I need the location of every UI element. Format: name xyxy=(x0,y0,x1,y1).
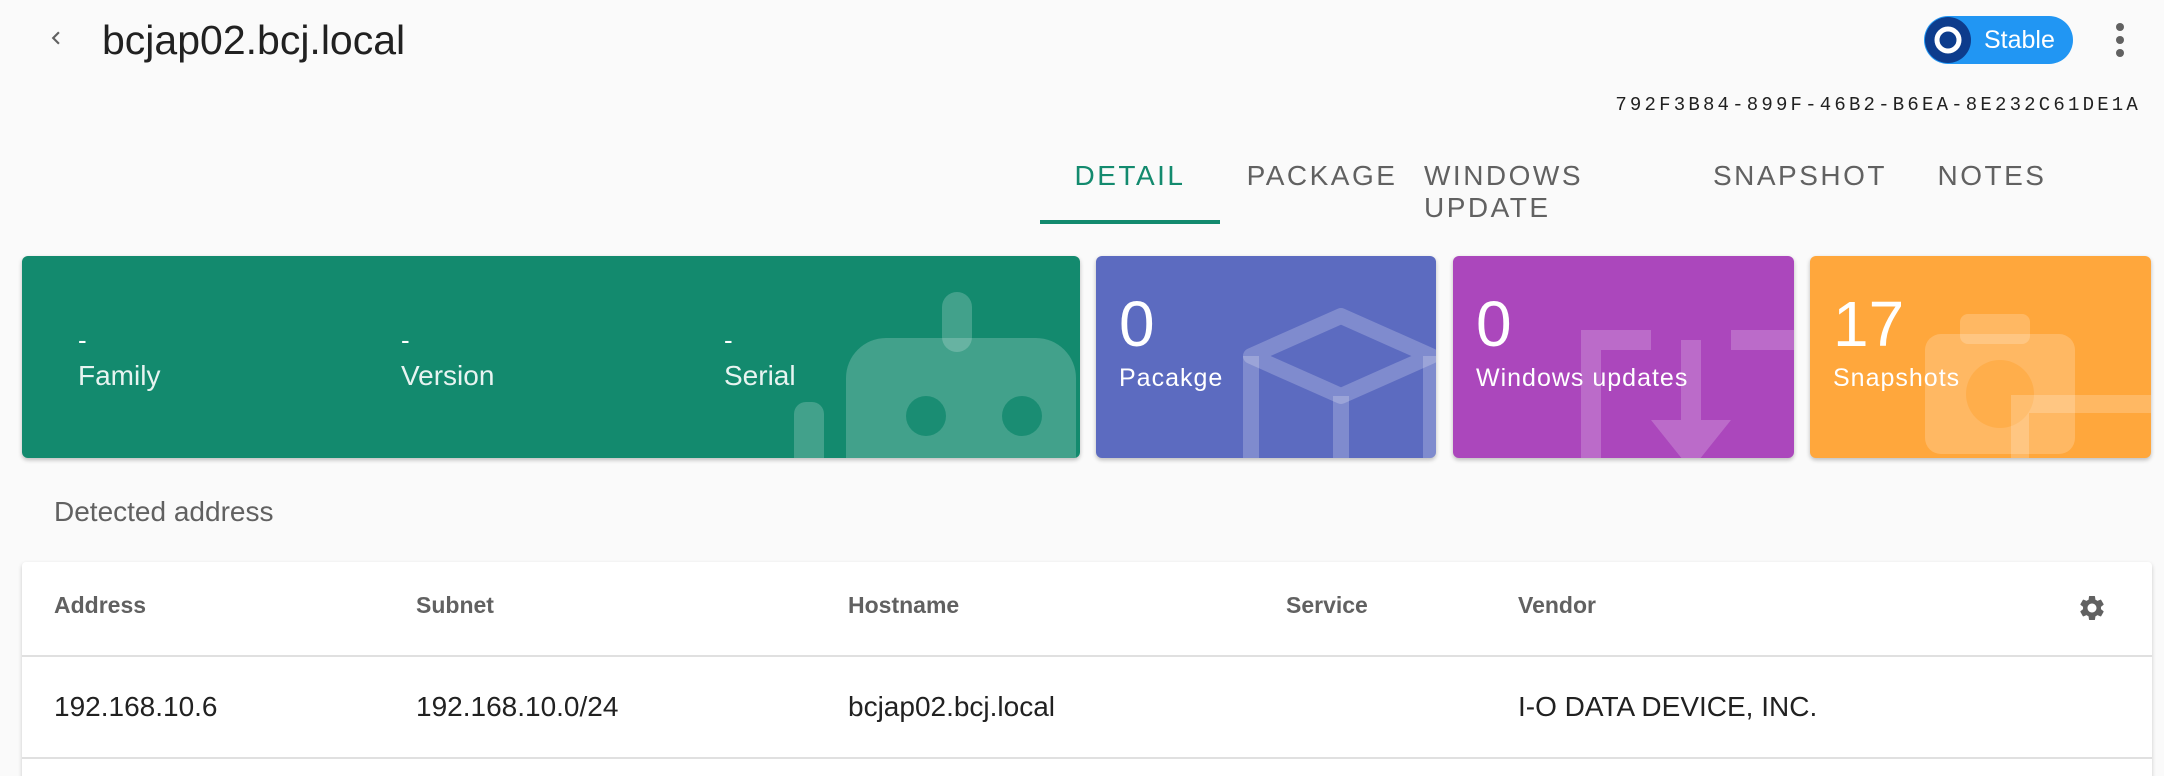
column-header-address[interactable]: Address xyxy=(54,592,146,619)
family-value: - xyxy=(78,325,87,355)
version-label: Version xyxy=(401,360,495,391)
page-title: bcjap02.bcj.local xyxy=(102,17,406,63)
tab-bar: DETAIL PACKAGE WINDOWS UPDATE SNAPSHOT N… xyxy=(1040,150,2084,224)
cell-vendor: I-O DATA DEVICE, INC. xyxy=(1518,691,1818,722)
device-uuid: 792F3B84-899F-46B2-B6EA-8E232C61DE1A xyxy=(1615,94,2141,116)
download-update-icon xyxy=(1581,330,1794,458)
tab-package[interactable]: PACKAGE xyxy=(1220,150,1424,224)
snapshots-card[interactable]: 17 Snapshots xyxy=(1810,256,2151,458)
android-robot-icon xyxy=(794,292,1076,458)
column-header-hostname[interactable]: Hostname xyxy=(848,592,959,619)
cell-hostname: bcjap02.bcj.local xyxy=(848,691,1056,722)
detected-address-title: Detected address xyxy=(54,496,274,527)
table-header: Address Subnet Hostname Service Vendor xyxy=(22,562,2152,657)
snapshots-count: 17 xyxy=(1833,288,1905,360)
tab-windows-update[interactable]: WINDOWS UPDATE xyxy=(1424,150,1700,224)
family-stat: - Family xyxy=(78,324,160,396)
package-label: Pacakge xyxy=(1119,364,1224,392)
snapshots-label: Snapshots xyxy=(1833,364,1961,392)
column-header-service[interactable]: Service xyxy=(1286,592,1368,619)
serial-label: Serial xyxy=(724,360,796,391)
serial-value: - xyxy=(724,325,733,355)
version-value: - xyxy=(401,325,410,355)
gear-icon xyxy=(2080,596,2104,620)
package-count: 0 xyxy=(1119,288,1155,360)
cell-address: 192.168.10.6 xyxy=(54,691,218,722)
tab-detail[interactable]: DETAIL xyxy=(1040,150,1220,224)
windows-updates-label: Windows updates xyxy=(1476,364,1689,392)
tab-notes[interactable]: NOTES xyxy=(1900,150,2084,224)
table-row[interactable]: 192.168.10.6 192.168.10.0/24 bcjap02.bcj… xyxy=(22,657,2152,759)
system-info-card: - Family - Version - Serial xyxy=(22,256,1080,458)
table-settings-button[interactable] xyxy=(2074,590,2110,626)
tab-snapshot[interactable]: SNAPSHOT xyxy=(1700,150,1900,224)
column-header-subnet[interactable]: Subnet xyxy=(416,592,494,619)
status-chip[interactable]: Stable xyxy=(1924,16,2073,64)
package-box-icon xyxy=(1243,308,1436,458)
status-label: Stable xyxy=(1984,25,2055,54)
cell-subnet: 192.168.10.0/24 xyxy=(416,691,619,722)
windows-updates-count: 0 xyxy=(1476,288,1512,360)
more-options-button[interactable] xyxy=(2098,16,2142,64)
windows-updates-card[interactable]: 0 Windows updates xyxy=(1453,256,1794,458)
back-button[interactable] xyxy=(36,18,76,58)
status-indicator-icon xyxy=(1925,17,1971,63)
family-label: Family xyxy=(78,360,161,391)
chevron-left-icon xyxy=(51,31,60,45)
column-header-vendor[interactable]: Vendor xyxy=(1518,592,1596,619)
serial-stat: - Serial xyxy=(724,324,796,396)
more-vert-icon xyxy=(2116,23,2124,57)
detected-address-table: Address Subnet Hostname Service Vendor 1… xyxy=(22,562,2152,776)
package-count-card[interactable]: 0 Pacakge xyxy=(1096,256,1436,458)
version-stat: - Version xyxy=(401,324,494,396)
